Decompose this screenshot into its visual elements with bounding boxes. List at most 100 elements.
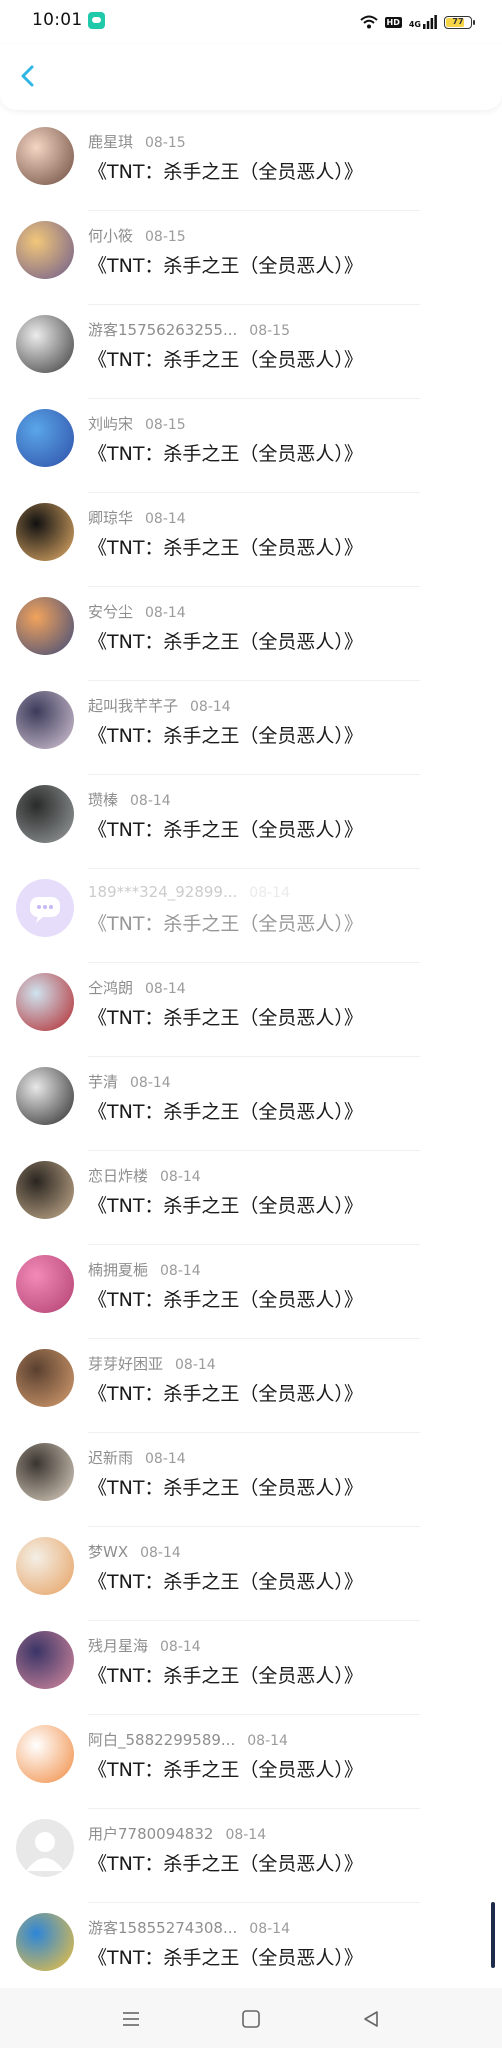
status-bar: 10:01 HD 4G 77 xyxy=(0,0,502,44)
list-item[interactable]: 梦WX 08-14 《TNT：杀手之王（全员恶人）》 xyxy=(0,1527,502,1621)
date-label: 08-14 xyxy=(249,885,290,901)
movie-title: 《TNT：杀手之王（全员恶人）》 xyxy=(88,1007,363,1029)
movie-title: 《TNT：杀手之王（全员恶人）》 xyxy=(88,161,363,183)
list-item[interactable]: 芋清 08-14 《TNT：杀手之王（全员恶人）》 xyxy=(0,1057,502,1151)
avatar[interactable] xyxy=(16,503,74,561)
date-label: 08-14 xyxy=(130,793,171,809)
date-label: 08-14 xyxy=(130,1075,171,1091)
movie-title: 《TNT：杀手之王（全员恶人）》 xyxy=(88,1665,363,1687)
user-name-text: 游客15756263255... xyxy=(88,321,238,339)
user-name: 楠拥夏梔 08-14 xyxy=(88,1259,201,1280)
list-item[interactable]: 游客15855274308... 08-14 《TNT：杀手之王（全员恶人）》 xyxy=(0,1903,502,1997)
list-item[interactable]: 恋日炸楼 08-14 《TNT：杀手之王（全员恶人）》 xyxy=(0,1151,502,1245)
date-label: 08-15 xyxy=(145,135,186,151)
avatar[interactable] xyxy=(16,409,74,467)
list-item[interactable]: 安兮尘 08-14 《TNT：杀手之王（全员恶人）》 xyxy=(0,587,502,681)
status-time: 10:01 xyxy=(32,10,83,30)
date-label: 08-14 xyxy=(140,1545,181,1561)
avatar[interactable] xyxy=(16,1161,74,1219)
list-item[interactable]: 189***324_92899... 08-14 《TNT：杀手之王（全员恶人）》 xyxy=(0,869,502,963)
back-button[interactable] xyxy=(10,58,46,94)
menu-button[interactable] xyxy=(120,2008,142,2030)
avatar[interactable] xyxy=(16,1067,74,1125)
list-item[interactable]: 游客15756263255... 08-15 《TNT：杀手之王（全员恶人）》 xyxy=(0,305,502,399)
avatar[interactable] xyxy=(16,1913,74,1971)
avatar[interactable] xyxy=(16,879,74,937)
user-name: 刘屿宋 08-15 xyxy=(88,413,186,434)
list-item[interactable]: 瓒榛 08-14 《TNT：杀手之王（全员恶人）》 xyxy=(0,775,502,869)
avatar[interactable] xyxy=(16,1443,74,1501)
avatar[interactable] xyxy=(16,691,74,749)
list-item[interactable]: 迟新雨 08-14 《TNT：杀手之王（全员恶人）》 xyxy=(0,1433,502,1527)
list-item[interactable]: 仝鸿朗 08-14 《TNT：杀手之王（全员恶人）》 xyxy=(0,963,502,1057)
list-item[interactable]: 阿白_5882299589... 08-14 《TNT：杀手之王（全员恶人）》 xyxy=(0,1715,502,1809)
user-name: 游客15756263255... 08-15 xyxy=(88,319,290,340)
list-item[interactable]: 卿琼华 08-14 《TNT：杀手之王（全员恶人）》 xyxy=(0,493,502,587)
date-label: 08-14 xyxy=(160,1263,201,1279)
list-item[interactable]: 楠拥夏梔 08-14 《TNT：杀手之王（全员恶人）》 xyxy=(0,1245,502,1339)
user-name-text: 芽芽好困亚 xyxy=(88,1355,164,1373)
signal-group: 4G xyxy=(409,15,437,29)
avatar[interactable] xyxy=(16,1537,74,1595)
list-item[interactable]: 起叫我芊芊子 08-14 《TNT：杀手之王（全员恶人）》 xyxy=(0,681,502,775)
user-name: 恋日炸楼 08-14 xyxy=(88,1165,201,1186)
avatar[interactable] xyxy=(16,785,74,843)
movie-title: 《TNT：杀手之王（全员恶人）》 xyxy=(88,1383,363,1405)
date-label: 08-14 xyxy=(145,511,186,527)
avatar[interactable] xyxy=(16,315,74,373)
avatar[interactable] xyxy=(16,597,74,655)
user-name-text: 安兮尘 xyxy=(88,603,134,621)
user-name-text: 残月星海 xyxy=(88,1637,149,1655)
user-name-text: 游客15855274308... xyxy=(88,1919,238,1937)
user-name-text: 起叫我芊芊子 xyxy=(88,697,179,715)
system-icons: HD 4G 77 xyxy=(359,12,475,32)
movie-title: 《TNT：杀手之王（全员恶人）》 xyxy=(88,443,363,465)
home-button[interactable] xyxy=(240,2008,262,2030)
avatar[interactable] xyxy=(16,1725,74,1783)
scrollbar[interactable] xyxy=(491,1902,495,1968)
user-name-text: 阿白_5882299589... xyxy=(88,1731,236,1749)
date-label: 08-14 xyxy=(145,981,186,997)
avatar[interactable] xyxy=(16,1819,74,1877)
movie-title: 《TNT：杀手之王（全员恶人）》 xyxy=(88,819,363,841)
default-user-icon xyxy=(26,1832,64,1871)
movie-title: 《TNT：杀手之王（全员恶人）》 xyxy=(88,255,363,277)
avatar[interactable] xyxy=(16,1255,74,1313)
battery-icon: 77 xyxy=(444,15,475,29)
avatar[interactable] xyxy=(16,1349,74,1407)
date-label: 08-14 xyxy=(145,1451,186,1467)
movie-title: 《TNT：杀手之王（全员恶人）》 xyxy=(88,1947,363,1969)
user-name-text: 何小筱 xyxy=(88,227,134,245)
user-name: 阿白_5882299589... 08-14 xyxy=(88,1729,288,1750)
user-name-text: 用户7780094832 xyxy=(88,1825,214,1843)
user-name: 残月星海 08-14 xyxy=(88,1635,201,1656)
battery-level: 77 xyxy=(452,16,464,26)
movie-title: 《TNT：杀手之王（全员恶人）》 xyxy=(88,1195,363,1217)
avatar[interactable] xyxy=(16,127,74,185)
hd-badge: HD xyxy=(384,16,402,28)
back-nav-button[interactable] xyxy=(360,2008,382,2030)
date-label: 08-14 xyxy=(225,1827,267,1843)
menu-icon xyxy=(123,2012,139,2026)
user-name: 梦WX 08-14 xyxy=(88,1541,181,1562)
user-name: 189***324_92899... 08-14 xyxy=(88,883,290,901)
viewer-list: 鹿星琪 08-15 《TNT：杀手之王（全员恶人）》 何小筱 08-15 《TNT：杀手之… xyxy=(0,117,502,1997)
date-label: 08-15 xyxy=(249,323,290,339)
list-item[interactable]: 用户7780094832 08-14 《TNT：杀手之王（全员恶人）》 xyxy=(0,1809,502,1903)
user-name: 迟新雨 08-14 xyxy=(88,1447,186,1468)
date-label: 08-14 xyxy=(145,605,186,621)
avatar[interactable] xyxy=(16,1631,74,1689)
avatar[interactable] xyxy=(16,973,74,1031)
user-name-text: 恋日炸楼 xyxy=(88,1167,149,1185)
user-name: 安兮尘 08-14 xyxy=(88,601,186,622)
avatar[interactable] xyxy=(16,221,74,279)
list-item[interactable]: 鹿星琪 08-15 《TNT：杀手之王（全员恶人）》 xyxy=(0,117,502,211)
list-item[interactable]: 芽芽好困亚 08-14 《TNT：杀手之王（全员恶人）》 xyxy=(0,1339,502,1433)
list-item[interactable]: 残月星海 08-14 《TNT：杀手之王（全员恶人）》 xyxy=(0,1621,502,1715)
list-item[interactable]: 何小筱 08-15 《TNT：杀手之王（全员恶人）》 xyxy=(0,211,502,305)
user-name: 起叫我芊芊子 08-14 xyxy=(88,695,231,716)
user-name-text: 芋清 xyxy=(88,1073,119,1091)
chat-placeholder-icon xyxy=(30,897,60,923)
movie-title: 《TNT：杀手之王（全员恶人）》 xyxy=(88,1853,363,1875)
list-item[interactable]: 刘屿宋 08-15 《TNT：杀手之王（全员恶人）》 xyxy=(0,399,502,493)
